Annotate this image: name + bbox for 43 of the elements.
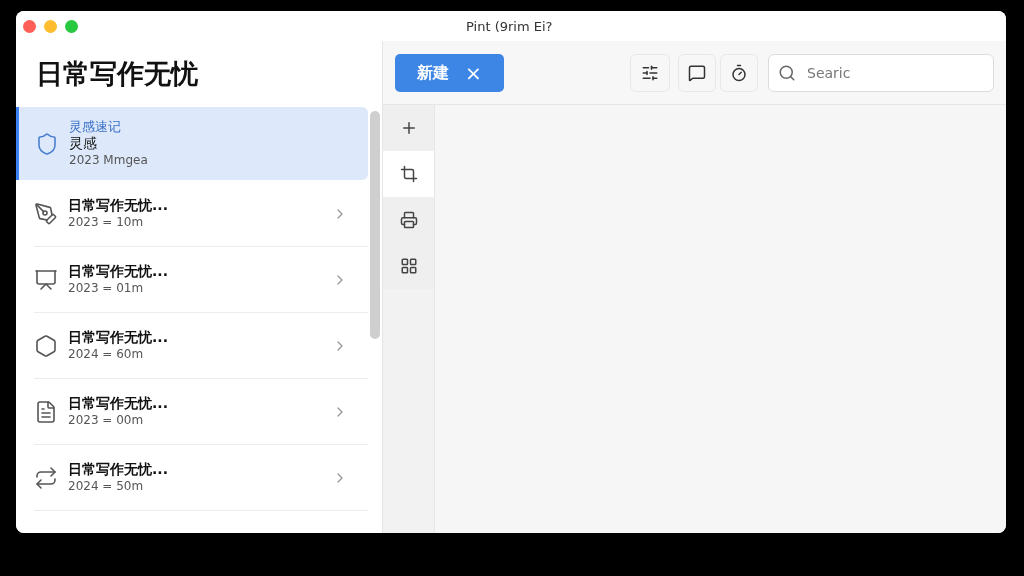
note-icon bbox=[34, 399, 58, 424]
note-icon bbox=[34, 333, 58, 358]
shield-icon bbox=[35, 131, 59, 156]
sliders-icon bbox=[641, 63, 659, 82]
search-icon bbox=[778, 63, 796, 82]
timer-button[interactable] bbox=[720, 53, 758, 92]
scrollbar-thumb[interactable] bbox=[370, 111, 380, 339]
note-title: 日常写作无忧... bbox=[68, 461, 169, 479]
printer-icon bbox=[399, 211, 418, 229]
note-title: 日常写作无忧... bbox=[68, 197, 169, 215]
note-title: 灵感速记 bbox=[69, 119, 122, 136]
note-item[interactable]: 日常写作无忧... 2024 = 50m bbox=[34, 445, 368, 511]
note-title: 日常写作无忧... bbox=[68, 329, 169, 347]
grid-icon bbox=[399, 257, 418, 275]
note-date: 2023 = 01m bbox=[68, 280, 145, 296]
note-subtitle: 灵感 bbox=[69, 135, 98, 153]
note-item[interactable]: 日常写作无忧... 2023 = 10m bbox=[34, 181, 368, 247]
note-title: 日常写作无忧... bbox=[68, 395, 169, 413]
comment-icon bbox=[688, 63, 706, 82]
note-date: 2023 Mmgea bbox=[69, 152, 149, 168]
note-date: 2023 = 00m bbox=[68, 412, 145, 428]
sidebar-heading: 日常写作无忧 bbox=[35, 56, 199, 91]
note-item[interactable]: 日常写作无忧... 2023 = 00m bbox=[34, 379, 368, 445]
note-date: 2024 = 50m bbox=[68, 478, 145, 494]
crop-icon bbox=[399, 165, 418, 183]
tool-button[interactable] bbox=[383, 151, 434, 197]
zoom-window-button[interactable] bbox=[65, 19, 78, 33]
new-button[interactable]: 新建 × bbox=[395, 53, 504, 92]
comment-button[interactable] bbox=[678, 53, 716, 92]
note-icon bbox=[34, 267, 58, 292]
note-item[interactable]: 日常写作无忧... 2023 = 01m bbox=[34, 247, 368, 313]
timer-icon bbox=[730, 63, 748, 82]
note-date: 2023 = 10m bbox=[68, 214, 145, 230]
search-field[interactable]: Searic bbox=[768, 53, 994, 92]
note-icon bbox=[34, 465, 58, 490]
window-title: Pint (9rim Ei? bbox=[466, 18, 553, 36]
note-item[interactable]: 灵感速记 灵感 2023 Mmgea bbox=[16, 107, 368, 180]
close-window-button[interactable] bbox=[23, 19, 36, 33]
settings-button[interactable] bbox=[630, 53, 670, 92]
note-date: 2024 = 60m bbox=[68, 346, 145, 362]
note-item[interactable]: 日常写作无忧... 2024 = 60m bbox=[34, 313, 368, 379]
note-icon bbox=[34, 201, 58, 226]
note-title: 日常写作无忧... bbox=[68, 263, 169, 281]
